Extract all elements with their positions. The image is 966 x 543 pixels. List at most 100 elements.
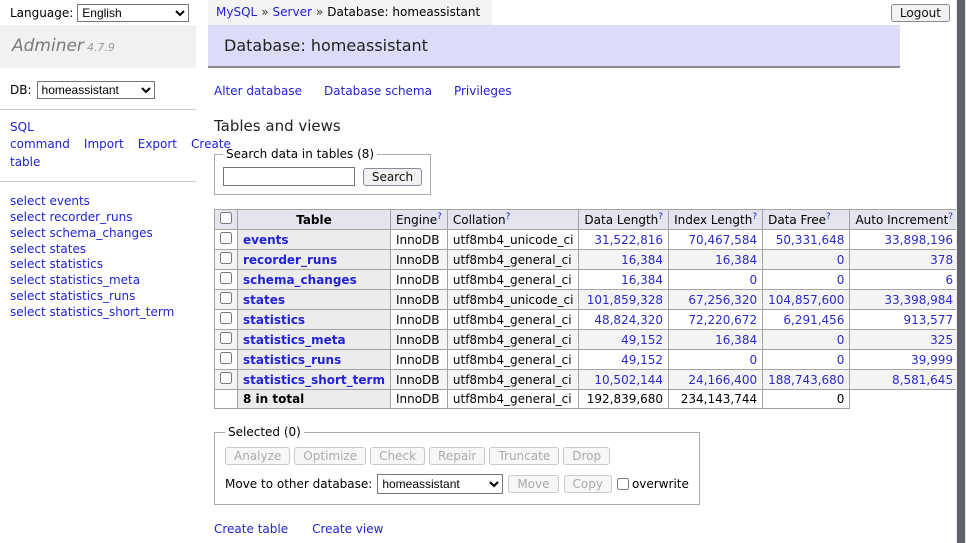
- table-name-link[interactable]: recorder_runs: [243, 253, 337, 267]
- help-link[interactable]: ?: [826, 212, 831, 222]
- table-name-link[interactable]: statistics_runs: [243, 353, 341, 367]
- sidebar-select-link[interactable]: select recorder_runs: [10, 210, 186, 226]
- table-name-link[interactable]: statistics: [243, 313, 305, 327]
- db-action-link[interactable]: Database schema: [324, 84, 432, 98]
- sidebar-select-link[interactable]: select schema_changes: [10, 226, 186, 242]
- help-link[interactable]: ?: [437, 212, 442, 222]
- scrollbar-thumb[interactable]: [957, 0, 965, 543]
- help-link[interactable]: ?: [752, 212, 757, 222]
- row-checkbox[interactable]: [220, 312, 232, 324]
- sidebar-select-link[interactable]: select statistics_short_term: [10, 305, 186, 321]
- index-length-value[interactable]: 24,166,400: [688, 373, 757, 387]
- row-checkbox[interactable]: [220, 272, 232, 284]
- move-button[interactable]: Move: [508, 475, 558, 493]
- help-link[interactable]: ?: [658, 212, 663, 222]
- data-free-value[interactable]: 6,291,456: [783, 313, 844, 327]
- breadcrumb-item[interactable]: Server: [273, 5, 312, 19]
- search-input[interactable]: [223, 167, 355, 186]
- optimize-button[interactable]: Optimize: [294, 447, 366, 465]
- data-length-cell: 49,152: [579, 350, 669, 370]
- table-row: recorder_runsInnoDButf8mb4_general_ci16,…: [215, 250, 966, 270]
- copy-button[interactable]: Copy: [564, 475, 612, 493]
- index-length-value[interactable]: 16,384: [715, 333, 757, 347]
- table-name-link[interactable]: schema_changes: [243, 273, 357, 287]
- auto-increment-value[interactable]: 33,398,984: [884, 293, 953, 307]
- help-link[interactable]: ?: [948, 212, 953, 222]
- sidebar-action-link[interactable]: Export: [138, 137, 177, 151]
- language-select[interactable]: English: [77, 4, 189, 22]
- index-length-value[interactable]: 67,256,320: [688, 293, 757, 307]
- data-length-value[interactable]: 101,859,328: [587, 293, 663, 307]
- sidebar-select-link[interactable]: select statistics_runs: [10, 289, 186, 305]
- table-name-link[interactable]: statistics_meta: [243, 333, 346, 347]
- data-free-value[interactable]: 0: [837, 333, 845, 347]
- index-length-value[interactable]: 0: [749, 353, 757, 367]
- engine-cell: InnoDB: [390, 330, 447, 350]
- row-checkbox[interactable]: [220, 332, 232, 344]
- row-checkbox[interactable]: [220, 232, 232, 244]
- sidebar-select-link[interactable]: select states: [10, 242, 186, 258]
- data-free-value[interactable]: 50,331,648: [776, 233, 845, 247]
- row-checkbox[interactable]: [220, 372, 232, 384]
- index-length-value[interactable]: 72,220,672: [688, 313, 757, 327]
- check-button[interactable]: Check: [370, 447, 425, 465]
- move-db-select[interactable]: homeassistant: [377, 474, 503, 494]
- select-all-checkbox[interactable]: [220, 212, 232, 224]
- help-link[interactable]: ?: [506, 212, 511, 222]
- data-length-value[interactable]: 16,384: [621, 273, 663, 287]
- auto-increment-value[interactable]: 378: [930, 253, 953, 267]
- truncate-button[interactable]: Truncate: [489, 447, 559, 465]
- sidebar-select-link[interactable]: select statistics_meta: [10, 273, 186, 289]
- table-name-link[interactable]: events: [243, 233, 289, 247]
- vertical-scrollbar[interactable]: [956, 0, 966, 543]
- collation-cell: utf8mb4_general_ci: [447, 370, 579, 390]
- sidebar-action-link[interactable]: SQL command: [10, 120, 70, 151]
- index-length-value[interactable]: 16,384: [715, 253, 757, 267]
- row-checkbox[interactable]: [220, 252, 232, 264]
- sidebar-select-link[interactable]: select events: [10, 194, 186, 210]
- language-label: Language:: [10, 6, 73, 20]
- create-links: Create table Create view: [214, 522, 900, 536]
- auto-increment-value[interactable]: 39,999: [911, 353, 953, 367]
- row-checkbox[interactable]: [220, 352, 232, 364]
- analyze-button[interactable]: Analyze: [225, 447, 290, 465]
- data-length-value[interactable]: 16,384: [621, 253, 663, 267]
- data-free-value[interactable]: 0: [837, 273, 845, 287]
- tables-section-title: Tables and views: [214, 117, 900, 135]
- db-action-link[interactable]: Privileges: [454, 84, 512, 98]
- data-length-value[interactable]: 48,824,320: [594, 313, 663, 327]
- table-row: statistics_metaInnoDButf8mb4_general_ci4…: [215, 330, 966, 350]
- data-length-cell: 101,859,328: [579, 290, 669, 310]
- data-length-value[interactable]: 31,522,816: [594, 233, 663, 247]
- db-select[interactable]: homeassistant: [37, 81, 155, 99]
- logout-button[interactable]: Logout: [891, 4, 950, 22]
- auto-increment-value[interactable]: 6: [945, 273, 953, 287]
- row-checkbox[interactable]: [220, 292, 232, 304]
- auto-increment-value[interactable]: 325: [930, 333, 953, 347]
- auto-increment-value[interactable]: 33,898,196: [884, 233, 953, 247]
- db-action-link[interactable]: Alter database: [214, 84, 302, 98]
- data-free-value[interactable]: 104,857,600: [768, 293, 844, 307]
- table-name-link[interactable]: statistics_short_term: [243, 373, 385, 387]
- data-free-value[interactable]: 0: [837, 353, 845, 367]
- auto-increment-value[interactable]: 8,581,645: [892, 373, 953, 387]
- sidebar-action-link[interactable]: Import: [84, 137, 124, 151]
- data-free-value[interactable]: 0: [837, 253, 845, 267]
- table-name-link[interactable]: states: [243, 293, 285, 307]
- data-length-value[interactable]: 10,502,144: [594, 373, 663, 387]
- create-link[interactable]: Create view: [312, 522, 383, 536]
- data-length-value[interactable]: 49,152: [621, 353, 663, 367]
- data-free-value[interactable]: 188,743,680: [768, 373, 844, 387]
- move-label: Move to other database:: [225, 477, 372, 491]
- index-length-value[interactable]: 70,467,584: [688, 233, 757, 247]
- search-button[interactable]: Search: [363, 168, 422, 186]
- breadcrumb-item[interactable]: MySQL: [216, 5, 257, 19]
- index-length-value[interactable]: 0: [749, 273, 757, 287]
- repair-button[interactable]: Repair: [429, 447, 485, 465]
- drop-button[interactable]: Drop: [563, 447, 610, 465]
- data-length-value[interactable]: 49,152: [621, 333, 663, 347]
- sidebar-select-link[interactable]: select statistics: [10, 257, 186, 273]
- overwrite-checkbox[interactable]: [617, 478, 629, 490]
- create-link[interactable]: Create table: [214, 522, 288, 536]
- auto-increment-value[interactable]: 913,577: [903, 313, 953, 327]
